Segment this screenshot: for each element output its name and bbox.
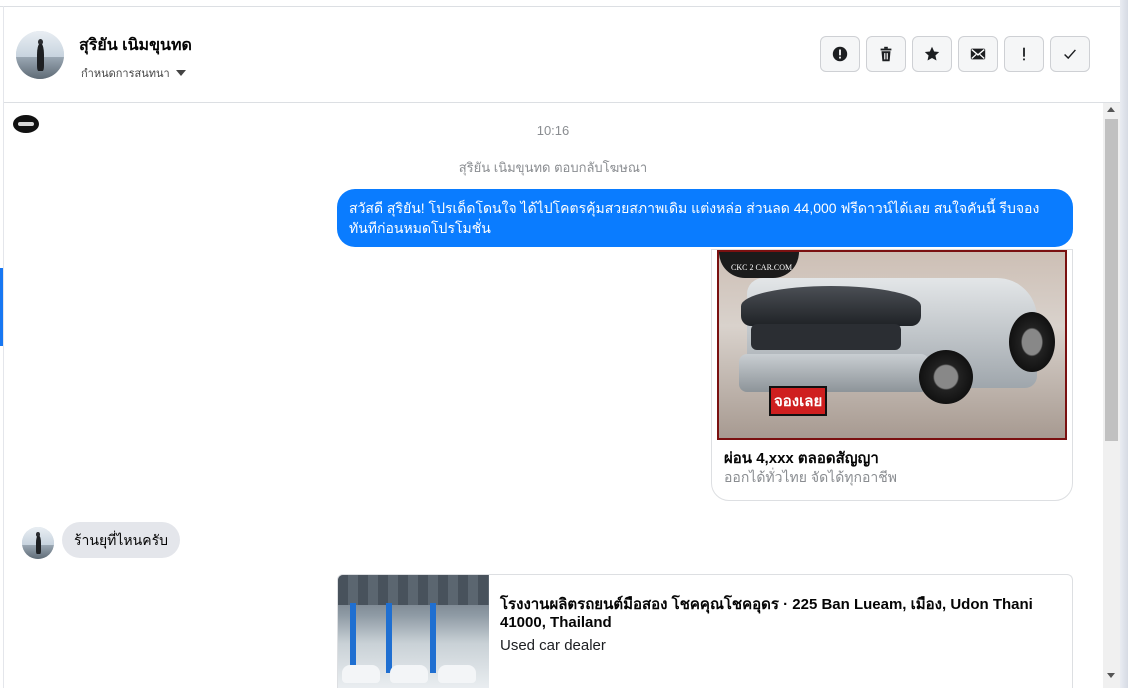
mark-unread-button[interactable] <box>958 36 998 72</box>
star-button[interactable] <box>912 36 952 72</box>
check-icon <box>1064 49 1076 60</box>
star-icon <box>924 46 940 61</box>
conversation-header: สุริยัน เนิมขุนทด กำหนดการสนทนา <box>4 7 1120 103</box>
caret-down-icon <box>175 70 186 76</box>
ad-card[interactable]: CKC 2 CAR.COM จองเลย ผ่อน 4,xxx ตลอดสัญญ… <box>711 249 1073 501</box>
sender-avatar[interactable] <box>22 527 54 559</box>
window-edge <box>1120 0 1128 688</box>
incoming-message: ร้านยุที่ไหนครับ <box>62 522 180 558</box>
book-now-stamp: จองเลย <box>769 386 828 416</box>
message-timestamp: 10:16 <box>536 123 570 138</box>
trash-icon <box>880 46 892 62</box>
selected-indicator <box>0 268 3 346</box>
report-button[interactable] <box>820 36 860 72</box>
ad-reply-note: สุริยัน เนิมขุนทด ตอบกลับโฆษณา <box>458 160 648 175</box>
exclamation-icon <box>1023 47 1025 61</box>
location-category: Used car dealer <box>500 637 606 654</box>
ad-subtitle: ออกได้ทั่วไทย จัดได้ทุกอาชีพ <box>724 469 898 485</box>
scroll-down-arrow-icon[interactable] <box>1107 673 1115 678</box>
contact-name[interactable]: สุริยัน เนิมขุนทด <box>79 33 192 58</box>
header-actions <box>820 36 1090 72</box>
dealer-logo-text: CKC 2 CAR.COM <box>731 263 793 272</box>
conversation-label-dropdown[interactable]: กำหนดการสนทนา <box>81 64 186 82</box>
location-card[interactable]: โรงงานผลิตรถยนต์มือสอง โชคคุณโชคอุดร · 2… <box>337 574 1073 688</box>
top-edge <box>0 0 1128 7</box>
report-icon <box>832 46 848 62</box>
scroll-thumb[interactable] <box>1105 119 1118 441</box>
spam-button[interactable] <box>1004 36 1044 72</box>
scrollbar[interactable] <box>1103 103 1120 688</box>
scroll-up-arrow-icon[interactable] <box>1107 107 1115 112</box>
dealer-photo <box>338 575 489 688</box>
mark-done-button[interactable] <box>1050 36 1090 72</box>
conversation-label-text: กำหนดการสนทนา <box>81 68 170 80</box>
delete-button[interactable] <box>866 36 906 72</box>
mail-icon <box>970 48 986 60</box>
location-title: โรงงานผลิตรถยนต์มือสอง โชคคุณโชคอุดร · 2… <box>500 596 1033 631</box>
message-thread[interactable]: 10:16 สุริยัน เนิมขุนทด ตอบกลับโฆษณา สวั… <box>4 103 1102 688</box>
outgoing-message: สวัสดี สุริยัน! โปรเด็ดโดนใจ ได้ไปโคตรคุ… <box>337 189 1073 247</box>
contact-avatar[interactable] <box>16 31 64 79</box>
ad-car-image: CKC 2 CAR.COM จองเลย <box>717 250 1067 440</box>
